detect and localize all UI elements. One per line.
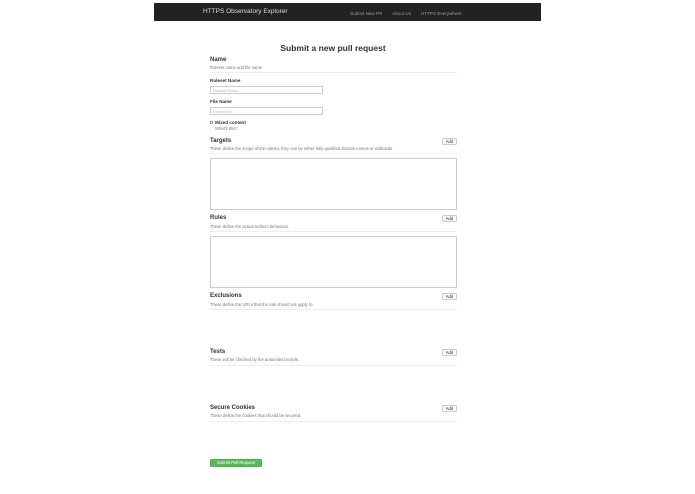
rules-section-divider — [210, 231, 457, 232]
exclusions-section-description: These define the URLs that the rule shou… — [210, 302, 314, 307]
add-exclusion-button[interactable]: Add — [442, 293, 457, 300]
secure-cookies-section-title: Secure Cookies — [210, 405, 256, 411]
tests-section-title: Tests — [210, 349, 226, 355]
exclusions-section-divider — [210, 309, 457, 310]
name-section-divider — [210, 72, 457, 73]
add-target-button[interactable]: Add — [442, 138, 457, 145]
file-name-label: File Name — [210, 99, 232, 104]
secure-cookies-section-description: These define the cookies that should be … — [210, 413, 302, 418]
targets-textarea[interactable] — [210, 158, 457, 210]
navbar-brand[interactable]: HTTPS Observatory Explorer — [203, 8, 288, 16]
rules-textarea[interactable] — [210, 236, 457, 288]
page-title: Submit a new pull request — [280, 43, 386, 53]
add-test-button[interactable]: Add — [442, 349, 457, 356]
mixed-content-checkbox[interactable] — [210, 121, 213, 124]
exclusions-section-title: Exclusions — [210, 293, 242, 299]
nav-link-about-us[interactable]: About Us — [392, 11, 411, 17]
targets-section-description: These define the scope of the ruleset, t… — [210, 146, 394, 151]
secure-cookies-section-divider — [210, 421, 457, 422]
ruleset-name-label: Ruleset Name — [210, 78, 241, 83]
targets-section-divider — [210, 153, 457, 154]
rules-section-title: Rules — [210, 215, 227, 221]
name-section-title: Name — [210, 57, 227, 63]
rules-section-description: These define the actual redirect behavio… — [210, 224, 290, 229]
name-section-description: Ruleset name and file name — [210, 65, 263, 70]
ruleset-name-input[interactable] — [210, 86, 323, 94]
file-name-input[interactable] — [210, 107, 323, 115]
tests-section-description: These will be checked by the automated s… — [210, 357, 300, 362]
add-secure-cookie-button[interactable]: Add — [442, 405, 457, 412]
add-rule-button[interactable]: Add — [442, 215, 457, 222]
nav-link-submit-new-pr[interactable]: Submit New PR — [350, 11, 382, 17]
tests-section-divider — [210, 365, 457, 366]
targets-section-title: Targets — [210, 138, 232, 144]
whats-this-link[interactable]: What's this? — [215, 126, 238, 132]
nav-link-https-everywhere[interactable]: HTTPS Everywhere — [421, 11, 462, 17]
navbar: HTTPS Observatory Explorer Submit New PR… — [154, 3, 541, 21]
submit-pull-request-button[interactable]: Submit Pull Request — [210, 459, 262, 467]
